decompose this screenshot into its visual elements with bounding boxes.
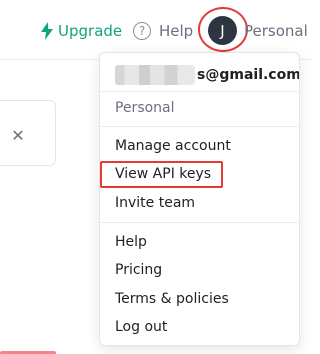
section-label-text: Personal bbox=[115, 100, 175, 116]
menu-item-pricing[interactable]: Pricing bbox=[115, 259, 162, 281]
menu-divider bbox=[100, 126, 299, 127]
org-label: Personal bbox=[244, 22, 308, 40]
email-redaction bbox=[115, 65, 195, 85]
question-circle-icon: ? bbox=[133, 22, 151, 40]
account-email: s@gmail.com bbox=[115, 64, 300, 86]
account-menu: s@gmail.com Personal Manage account View… bbox=[99, 52, 300, 346]
upgrade-link[interactable]: Upgrade bbox=[40, 20, 122, 42]
close-icon[interactable]: ✕ bbox=[9, 126, 27, 145]
menu-item-manage-account[interactable]: Manage account bbox=[115, 135, 231, 157]
email-suffix: s@gmail.com bbox=[197, 67, 300, 83]
menu-item-invite-team[interactable]: Invite team bbox=[115, 192, 195, 214]
menu-divider bbox=[100, 91, 299, 92]
menu-section-label: Personal bbox=[115, 97, 175, 119]
upgrade-label: Upgrade bbox=[58, 22, 123, 40]
menu-item-label: Pricing bbox=[115, 262, 163, 278]
page: Upgrade ? Help J Personal ✕ s@gmail.com … bbox=[0, 0, 313, 354]
menu-divider bbox=[100, 222, 299, 223]
menu-item-help[interactable]: Help bbox=[115, 231, 147, 253]
menu-item-terms-policies[interactable]: Terms & policies bbox=[115, 288, 229, 310]
menu-item-label: Invite team bbox=[115, 195, 196, 211]
menu-item-label: Manage account bbox=[115, 138, 231, 154]
avatar-initial: J bbox=[220, 21, 225, 40]
help-link[interactable]: ? Help bbox=[133, 20, 193, 42]
lightning-bolt-icon bbox=[41, 22, 53, 40]
org-switcher[interactable]: Personal bbox=[244, 20, 308, 42]
top-bar: Upgrade ? Help J Personal bbox=[0, 0, 313, 60]
api-keys-highlight-box bbox=[100, 161, 223, 188]
menu-item-log-out[interactable]: Log out bbox=[115, 316, 167, 338]
help-label: Help bbox=[159, 22, 194, 40]
menu-item-label: Log out bbox=[115, 319, 168, 335]
menu-item-label: Help bbox=[115, 234, 147, 250]
avatar[interactable]: J bbox=[208, 16, 237, 45]
menu-item-label: Terms & policies bbox=[115, 291, 229, 307]
